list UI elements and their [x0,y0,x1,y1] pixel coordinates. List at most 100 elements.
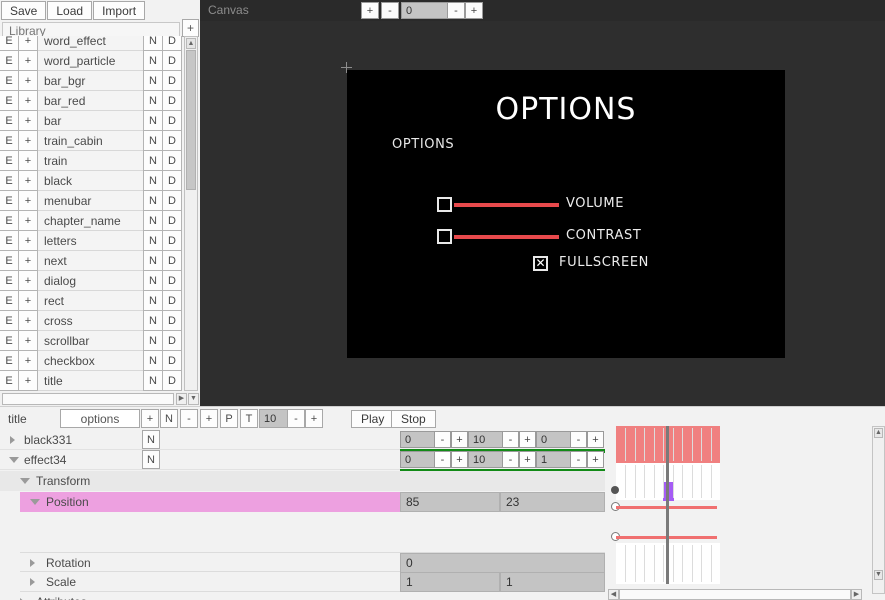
library-edit-button[interactable]: E [0,110,19,131]
scrollbar-thumb[interactable] [186,50,196,190]
library-add-button[interactable]: + [182,19,199,37]
load-button[interactable]: Load [47,1,93,20]
layer-length-decrement[interactable]: - [502,451,519,468]
slider-handle-contrast[interactable] [437,229,452,244]
layer-start-decrement[interactable]: - [434,451,451,468]
library-edit-button[interactable]: E [0,370,19,391]
library-edit-button[interactable]: E [0,130,19,151]
library-list[interactable]: E + word_effect N D E + word_particle N D E + bar_bg… [0,36,182,391]
library-d-button[interactable]: D [162,330,182,351]
timeline-layer-effect34[interactable]: effect34 N 0 - + 10 - + 1 - + [0,450,605,473]
scroll-up-icon[interactable]: ▲ [874,428,883,438]
keyframe-horizontal-scrollbar[interactable]: ◀ ▶ [608,589,870,600]
timeline-property-scale[interactable]: Scale 1 1 [20,572,605,592]
library-add-instance-button[interactable]: + [18,290,38,311]
library-d-button[interactable]: D [162,110,182,131]
library-add-instance-button[interactable]: + [18,70,38,91]
library-row[interactable]: E + cross N D [0,310,182,331]
library-row[interactable]: E + letters N D [0,230,182,251]
library-d-button[interactable]: D [162,270,182,291]
library-n-button[interactable]: N [143,250,163,271]
library-row[interactable]: E + scrollbar N D [0,330,182,351]
scroll-left-icon[interactable]: ◀ [608,589,619,600]
library-horizontal-scrollbar[interactable]: ◀ ▶ ▼ [0,392,200,406]
library-d-button[interactable]: D [162,90,182,111]
timeline-fps-decrement[interactable]: - [287,409,305,428]
expand-arrow-icon[interactable] [10,436,15,444]
library-d-button[interactable]: D [162,370,182,391]
library-add-instance-button[interactable]: + [18,90,38,111]
library-edit-button[interactable]: E [0,230,19,251]
scroll-down-icon[interactable]: ▼ [188,393,199,405]
library-d-button[interactable]: D [162,36,182,51]
library-add-instance-button[interactable]: + [18,150,38,171]
library-add-instance-button[interactable]: + [18,370,38,391]
library-add-instance-button[interactable]: + [18,270,38,291]
library-edit-button[interactable]: E [0,36,19,51]
library-d-button[interactable]: D [162,210,182,231]
library-edit-button[interactable]: E [0,210,19,231]
expand-arrow-icon[interactable] [30,559,35,567]
timeline-p-button[interactable]: P [220,409,238,428]
library-edit-button[interactable]: E [0,350,19,371]
checkbox-mark-icon[interactable]: ✕ [533,256,548,271]
library-n-button[interactable]: N [143,330,163,351]
timeline-minus-button[interactable]: - [180,409,198,428]
timeline-add-button[interactable]: + [141,409,159,428]
library-add-instance-button[interactable]: + [18,190,38,211]
library-add-instance-button[interactable]: + [18,36,38,51]
scroll-right-icon[interactable]: ▶ [176,393,187,405]
library-n-button[interactable]: N [143,50,163,71]
timeline-t-button[interactable]: T [240,409,258,428]
library-row[interactable]: E + bar N D [0,110,182,131]
timeline-group-attributes[interactable]: Attributes [0,592,605,600]
rotation-value-field[interactable]: 0 [400,553,605,573]
library-vertical-scrollbar[interactable]: ▲ [184,36,198,391]
play-button[interactable]: Play [351,410,395,428]
keyframe-track-panel[interactable] [608,426,870,594]
layer-length-decrement[interactable]: - [502,431,519,448]
library-add-instance-button[interactable]: + [18,350,38,371]
library-edit-button[interactable]: E [0,90,19,111]
library-n-button[interactable]: N [143,36,163,51]
layer-n-button[interactable]: N [142,450,160,469]
layer-n-button[interactable]: N [142,430,160,449]
library-row[interactable]: E + next N D [0,250,182,271]
position-y-field[interactable]: 23 [500,492,605,512]
library-row[interactable]: E + train_cabin N D [0,130,182,151]
library-add-instance-button[interactable]: + [18,330,38,351]
library-edit-button[interactable]: E [0,290,19,311]
library-row[interactable]: E + black N D [0,170,182,191]
library-row[interactable]: E + chapter_name N D [0,210,182,231]
import-button[interactable]: Import [93,1,146,20]
library-d-button[interactable]: D [162,290,182,311]
timeline-group-transform[interactable]: Transform [0,471,605,491]
slider-handle-volume[interactable] [437,197,452,212]
layer-start-increment[interactable]: + [451,451,468,468]
layer-index-increment[interactable]: + [587,431,604,448]
library-d-button[interactable]: D [162,150,182,171]
library-n-button[interactable]: N [143,290,163,311]
canvas-stage[interactable]: OPTIONS OPTIONS VOLUME CONTRAST ✕ FULLSC… [347,70,785,358]
timeline-layer-black331[interactable]: black331 N 0 - + 10 - + 0 - + [0,430,605,453]
layer-length-increment[interactable]: + [519,451,536,468]
library-edit-button[interactable]: E [0,330,19,351]
library-n-button[interactable]: N [143,150,163,171]
keyframe-vertical-scrollbar[interactable]: ▲ ▼ [872,426,885,594]
stop-button[interactable]: Stop [391,410,436,428]
library-row[interactable]: E + rect N D [0,290,182,311]
library-edit-button[interactable]: E [0,270,19,291]
library-add-instance-button[interactable]: + [18,210,38,231]
layer-start-decrement[interactable]: - [434,431,451,448]
library-edit-button[interactable]: E [0,250,19,271]
library-n-button[interactable]: N [143,130,163,151]
save-button[interactable]: Save [1,1,47,20]
library-row[interactable]: E + menubar N D [0,190,182,211]
track-dot-filled-icon[interactable] [611,486,619,494]
library-add-instance-button[interactable]: + [18,170,38,191]
library-row[interactable]: E + title N D [0,370,182,391]
library-n-button[interactable]: N [143,170,163,191]
library-add-instance-button[interactable]: + [18,130,38,151]
library-n-button[interactable]: N [143,110,163,131]
playhead[interactable] [666,426,669,584]
